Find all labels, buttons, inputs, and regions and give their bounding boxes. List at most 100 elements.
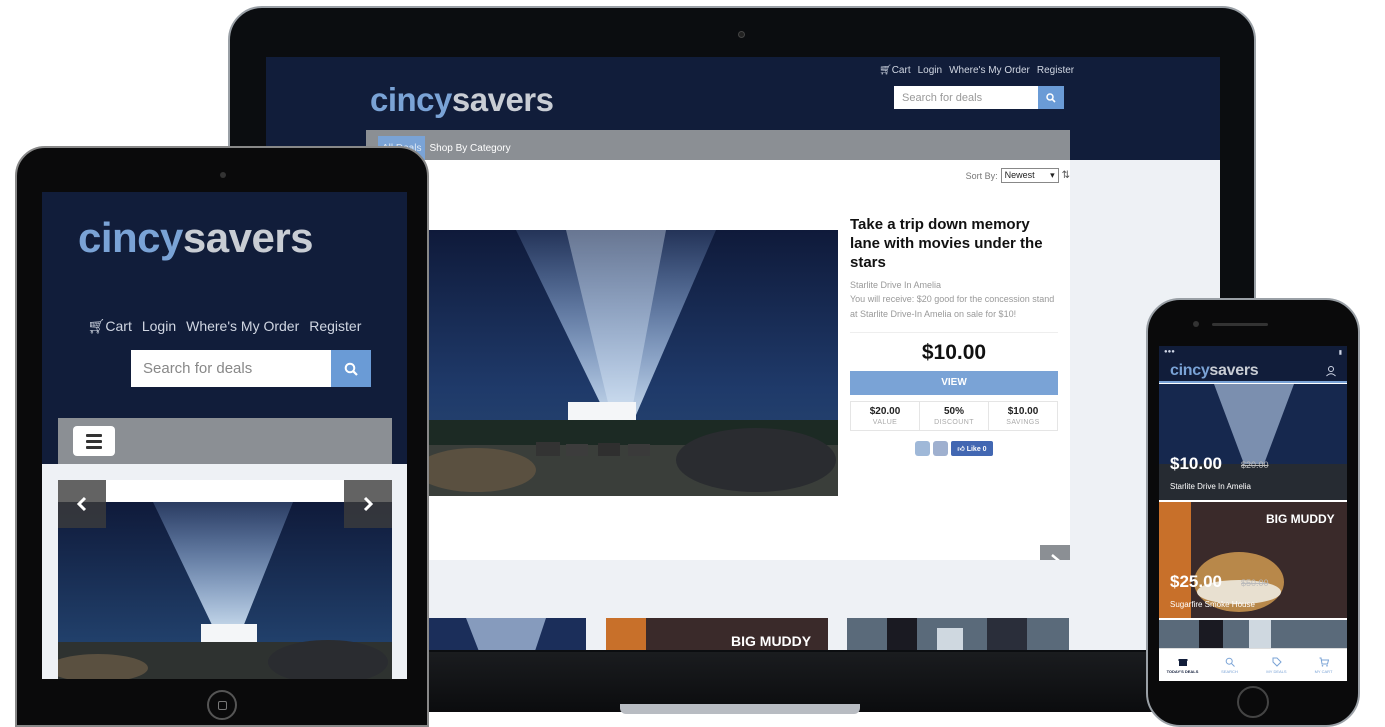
- tablet-login-link[interactable]: Login: [142, 318, 176, 335]
- logo-text-part1: cincy: [1170, 362, 1210, 379]
- view-button[interactable]: VIEW: [850, 371, 1058, 395]
- stat-savings: $10.00 SAVINGS: [989, 402, 1057, 430]
- main-content: Sort By: Newest ▾ ⇅ Take a trip down mem…: [366, 160, 1070, 650]
- phone-app-header: cincysavers: [1159, 358, 1347, 383]
- deal-panel: Take a trip down memory lane with movies…: [850, 215, 1058, 456]
- facebook-like-button[interactable]: 👍︎ Like 0: [951, 441, 993, 456]
- search-icon: [1046, 92, 1056, 103]
- tab-my-deals-label: MY DEALS: [1266, 668, 1287, 674]
- tab-search[interactable]: SEARCH: [1206, 649, 1253, 681]
- wheres-my-order-link[interactable]: Where's My Order: [949, 65, 1030, 76]
- status-battery-icon: ▮: [1338, 349, 1342, 356]
- search-icon: [1225, 657, 1235, 667]
- tab-todays-deals[interactable]: TODAY'S DEALS: [1159, 649, 1206, 681]
- like-label: Like 0: [966, 446, 987, 453]
- tag-icon: [1272, 657, 1282, 667]
- stat-value-label: VALUE: [872, 419, 898, 426]
- site-header: cincysavers 🛒︎Cart Login Where's My Orde…: [266, 57, 1220, 160]
- register-link[interactable]: Register: [1037, 65, 1074, 76]
- search-icon: [344, 362, 358, 376]
- carousel-prev-button[interactable]: [58, 480, 106, 528]
- tablet-home-button[interactable]: [207, 690, 237, 720]
- sort-control: Sort By: Newest ▾ ⇅: [966, 168, 1070, 183]
- twitter-icon[interactable]: [915, 441, 931, 456]
- search-input[interactable]: Search for deals: [894, 86, 1038, 109]
- hamburger-menu-button[interactable]: [73, 426, 115, 456]
- thumbs-up-icon: 👍︎: [957, 446, 965, 453]
- sort-select[interactable]: Newest ▾: [1000, 168, 1059, 183]
- gift-icon: [1178, 658, 1187, 666]
- social-share: 👍︎ Like 0: [850, 441, 1058, 456]
- logo-text-part2: savers: [1209, 362, 1259, 379]
- cart-link[interactable]: 🛒︎Cart: [879, 65, 911, 76]
- tablet-camera: [220, 172, 226, 178]
- tab-shop-by-category[interactable]: Shop By Category: [425, 136, 514, 160]
- tablet-hero-image[interactable]: [58, 502, 392, 679]
- tab-my-cart-label: MY CART: [1314, 668, 1333, 674]
- category-bar: All Deals Shop By Category: [366, 130, 1070, 160]
- home-square-icon: [217, 700, 227, 710]
- sort-order-icon[interactable]: ⇅: [1062, 170, 1070, 181]
- logo-text-part1: cincy: [78, 214, 183, 261]
- stat-savings-amount: $10.00: [1007, 406, 1039, 417]
- laptop-camera: [738, 31, 745, 38]
- phone-tab-bar: TODAY'S DEALS SEARCH MY DEALS MY CART: [1159, 648, 1347, 681]
- thumbnail-big-muddy[interactable]: BIG MUDDY: [606, 618, 828, 650]
- tablet-top-nav: 🛒︎Cart Login Where's My Order Register: [42, 318, 407, 335]
- deal-description: You will receive: $20 good for the conce…: [850, 294, 1055, 319]
- status-carrier-icon: ●●●: [1164, 349, 1175, 355]
- facebook-icon[interactable]: [933, 441, 949, 456]
- thumbnail-bottles[interactable]: [847, 618, 1069, 650]
- search-form: Search for deals: [894, 86, 1064, 109]
- phone-home-button[interactable]: [1237, 686, 1269, 718]
- user-icon[interactable]: [1325, 365, 1337, 377]
- tablet-search-button[interactable]: [331, 350, 371, 387]
- deal-stats: $20.00 VALUE 50% DISCOUNT $10.00 SAVINGS: [850, 401, 1058, 431]
- hamburger-icon-line: [86, 439, 102, 443]
- phone-deal-old-price: $50.00: [1241, 578, 1269, 588]
- phone-deal-card[interactable]: $10.00 $20.00 Starlite Drive In Amelia: [1159, 384, 1347, 500]
- deal-price: $10.00: [850, 332, 1058, 365]
- tablet-cart-link[interactable]: 🛒︎Cart: [88, 318, 132, 335]
- phone-camera: [1193, 321, 1199, 327]
- phone-deal-card[interactable]: [1159, 620, 1347, 648]
- top-nav: 🛒︎Cart Login Where's My Order Register: [879, 65, 1074, 76]
- phone-status-bar: ●●● ▮: [1159, 346, 1347, 358]
- chevron-down-icon: ▾: [1050, 170, 1055, 180]
- deal-title[interactable]: Take a trip down memory lane with movies…: [850, 215, 1058, 272]
- cart-icon: 🛒︎: [879, 65, 892, 76]
- cart-label: Cart: [105, 318, 132, 334]
- site-logo[interactable]: cincysavers: [370, 81, 554, 119]
- phone-overlay-text: BIG MUDDY: [1266, 512, 1335, 526]
- tablet-site-logo[interactable]: cincysavers: [78, 214, 314, 262]
- sort-label: Sort By:: [965, 170, 998, 181]
- tab-my-cart[interactable]: MY CART: [1300, 649, 1347, 681]
- cart-icon: 🛒︎: [87, 318, 106, 334]
- deal-thumbnails: BIG MUDDY: [366, 560, 1070, 650]
- search-button[interactable]: [1038, 86, 1064, 109]
- thumbnail-drive-in[interactable]: [426, 618, 586, 650]
- phone-deal-merchant: Sugarfire Smoke House: [1170, 600, 1255, 609]
- tablet-search-input[interactable]: Search for deals: [131, 350, 331, 387]
- logo-text-part1: cincy: [370, 81, 452, 118]
- tab-todays-deals-label: TODAY'S DEALS: [1166, 668, 1199, 674]
- sort-value: Newest: [1004, 170, 1035, 180]
- hero-image-drive-in[interactable]: [426, 230, 838, 496]
- tablet-carousel: [58, 480, 392, 679]
- thumbnail-overlay-text: BIG MUDDY: [731, 633, 812, 649]
- carousel-next-button[interactable]: [344, 480, 392, 528]
- tablet-search-form: Search for deals: [131, 350, 371, 387]
- logo-text-part2: savers: [451, 81, 554, 118]
- phone-logo[interactable]: cincysavers: [1170, 362, 1259, 380]
- tablet-wheres-my-order-link[interactable]: Where's My Order: [186, 318, 299, 335]
- phone-deal-card[interactable]: BIG MUDDY $25.00 $50.00 Sugarfire Smoke …: [1159, 502, 1347, 618]
- phone-deal-old-price: $20.00: [1241, 460, 1269, 470]
- login-link[interactable]: Login: [918, 65, 942, 76]
- tablet-nav-bar: [58, 418, 392, 464]
- tab-my-deals[interactable]: MY DEALS: [1253, 649, 1300, 681]
- chevron-right-icon: [363, 496, 374, 512]
- laptop-base-notch: [620, 704, 860, 714]
- phone-speaker: [1212, 323, 1268, 326]
- stat-savings-label: SAVINGS: [1006, 419, 1040, 426]
- tablet-register-link[interactable]: Register: [309, 318, 361, 335]
